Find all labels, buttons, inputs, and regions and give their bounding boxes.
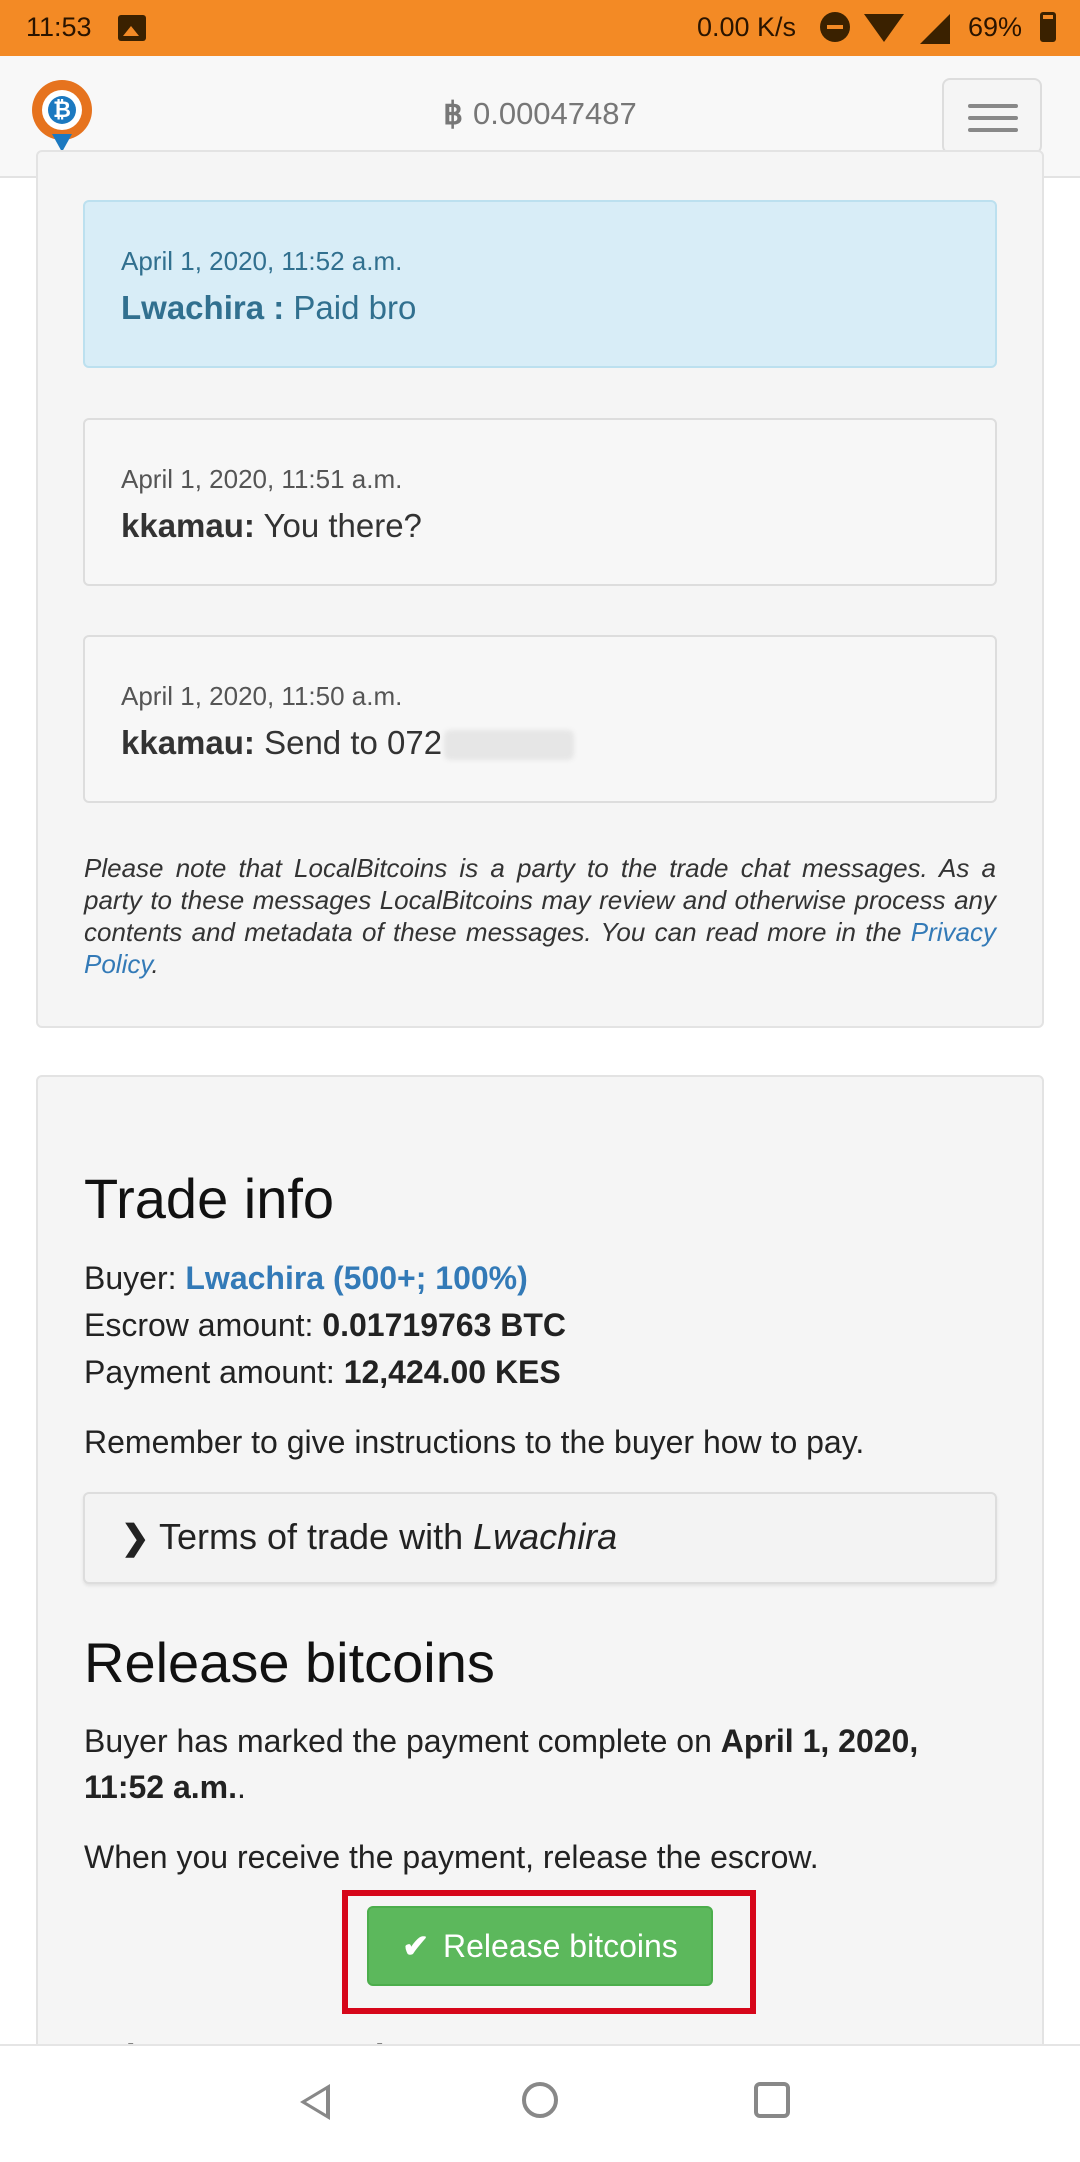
do-not-disturb-icon xyxy=(820,12,850,42)
redacted-phone-number xyxy=(444,730,575,761)
buyer-line: Buyer: Lwachira (500+; 100%) xyxy=(84,1260,528,1296)
trade-info-heading: Trade info xyxy=(84,1167,335,1230)
chat-privacy-notice: Please note that LocalBitcoins is a part… xyxy=(84,853,996,979)
message-date: April 1, 2020, 11:50 a.m. xyxy=(121,681,403,711)
chat-message: April 1, 2020, 11:50 a.m. kkamau: Send t… xyxy=(83,635,997,803)
release-instruction: When you receive the payment, release th… xyxy=(84,1839,819,1875)
back-icon[interactable] xyxy=(300,2084,330,2120)
battery-percent: 69% xyxy=(968,12,1023,42)
status-time: 11:53 xyxy=(26,12,92,42)
system-navigation-bar xyxy=(0,2044,1080,2162)
release-bitcoins-heading: Release bitcoins xyxy=(84,1631,495,1694)
home-icon[interactable] xyxy=(522,2082,558,2118)
message-sender: kkamau: xyxy=(121,724,255,761)
message-date: April 1, 2020, 11:51 a.m. xyxy=(121,464,403,494)
hamburger-menu-button[interactable] xyxy=(942,78,1042,154)
message-text: Paid bro xyxy=(293,289,417,326)
message-date: April 1, 2020, 11:52 a.m. xyxy=(121,246,403,276)
bitcoin-icon: ฿ xyxy=(443,96,463,131)
cell-signal-icon xyxy=(920,14,950,44)
recents-icon[interactable] xyxy=(754,2082,790,2118)
chat-message: April 1, 2020, 11:52 a.m. Lwachira : Pai… xyxy=(83,200,997,368)
terms-of-trade-toggle[interactable]: ❯ Terms of trade with Lwachira xyxy=(83,1492,997,1584)
balance-value: 0.00047487 xyxy=(472,96,637,131)
buyer-profile-link[interactable]: Lwachira (500+; 100%) xyxy=(185,1260,527,1296)
gallery-notification-icon xyxy=(118,15,146,41)
message-sender: Lwachira : xyxy=(121,289,285,326)
payment-amount-line: Payment amount: 12,424.00 KES xyxy=(84,1354,561,1390)
release-bitcoins-button[interactable]: ✔ Release bitcoins xyxy=(367,1906,713,1986)
chat-message: April 1, 2020, 11:51 a.m. kkamau: You th… xyxy=(83,418,997,586)
payment-amount-value: 12,424.00 KES xyxy=(343,1354,561,1390)
wallet-balance[interactable]: ฿ 0.00047487 xyxy=(0,96,1080,132)
escrow-amount-value: 0.01719763 BTC xyxy=(322,1307,567,1343)
message-text: You there? xyxy=(263,507,422,544)
network-speed: 0.00 K/s xyxy=(697,12,797,42)
payment-instructions-reminder: Remember to give instructions to the buy… xyxy=(84,1424,865,1460)
payment-marked-text: Buyer has marked the payment complete on… xyxy=(84,1723,919,1805)
chevron-right-icon: ❯ xyxy=(121,1519,150,1557)
message-sender: kkamau: xyxy=(121,507,255,544)
escrow-amount-line: Escrow amount: 0.01719763 BTC xyxy=(84,1307,567,1343)
wifi-icon xyxy=(864,14,904,42)
battery-icon xyxy=(1040,12,1056,42)
status-bar: 11:53 0.00 K/s 69% xyxy=(0,0,1080,56)
checkmark-icon: ✔ xyxy=(402,1928,429,1964)
terms-of-trade-label: Terms of trade with Lwachira xyxy=(159,1516,618,1557)
message-text: Send to 072 xyxy=(264,724,443,761)
